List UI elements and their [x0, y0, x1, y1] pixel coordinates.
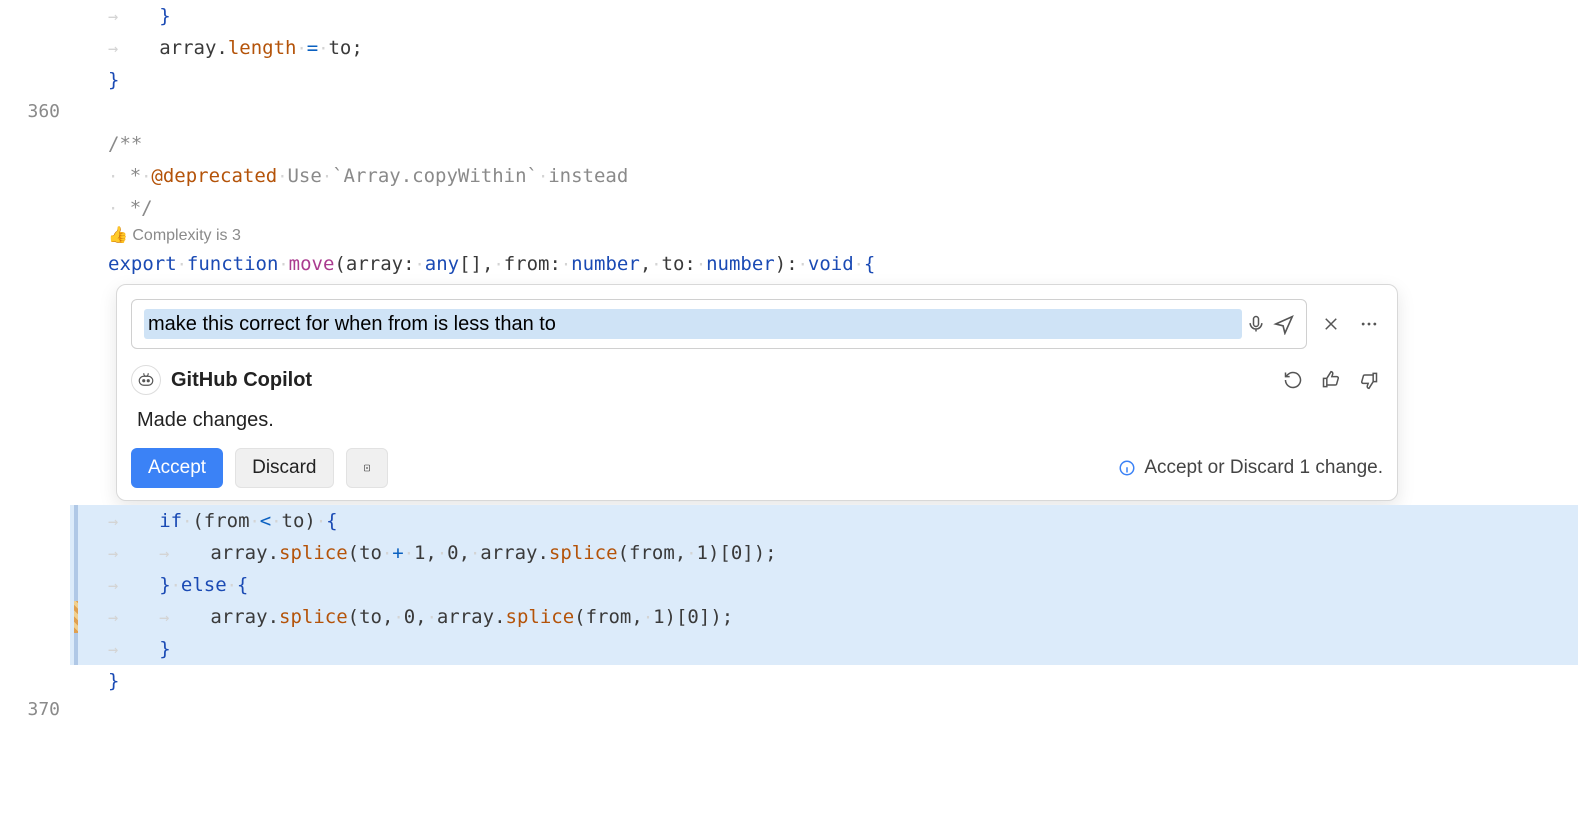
send-icon[interactable] — [1270, 310, 1298, 338]
line-number: 360 — [0, 96, 60, 128]
copilot-prompt-input[interactable] — [144, 309, 1242, 339]
code-line[interactable]: } — [70, 665, 1578, 697]
diff-line[interactable]: → → array.splice(to·+·1,·0,·array.splice… — [70, 537, 1578, 569]
discard-button[interactable]: Discard — [235, 448, 333, 488]
diff-line[interactable]: → → array.splice(to,·0,·array.splice(fro… — [70, 601, 1578, 633]
change-status: Accept or Discard 1 change. — [1118, 457, 1383, 479]
mic-icon[interactable] — [1242, 310, 1270, 338]
thumbs-down-icon[interactable] — [1355, 366, 1383, 394]
diff-line[interactable]: → }·else·{ — [70, 569, 1578, 601]
line-number: 370 — [0, 694, 60, 726]
copilot-avatar-icon — [131, 365, 161, 395]
code-line[interactable]: · */ — [70, 192, 1578, 224]
info-icon — [1118, 459, 1136, 477]
copilot-author-name: GitHub Copilot — [171, 369, 312, 392]
thumbs-up-icon[interactable] — [1317, 366, 1345, 394]
code-line[interactable]: → array.length·=·to; — [70, 32, 1578, 64]
code-line[interactable]: → } — [70, 0, 1578, 32]
code-line[interactable] — [70, 96, 1578, 128]
thumbs-up-emoji: 👍 — [108, 227, 132, 244]
code-line[interactable]: /** — [70, 128, 1578, 160]
code-line[interactable]: } — [70, 64, 1578, 96]
code-editor[interactable]: 360 370 → } → array.length·=·to; } /** ·… — [0, 0, 1578, 697]
diff-line[interactable]: → } — [70, 633, 1578, 665]
code-line[interactable]: export·function·move(array:·any[],·from:… — [70, 248, 1578, 280]
diff-line[interactable]: → if·(from·<·to)·{ — [70, 505, 1578, 537]
show-diff-button[interactable] — [346, 448, 388, 488]
accept-button[interactable]: Accept — [131, 448, 223, 488]
code-line[interactable]: · *·@deprecated·Use·`Array.copyWithin`·i… — [70, 160, 1578, 192]
close-icon[interactable] — [1317, 310, 1345, 338]
copilot-inline-panel: GitHub Copilot Made changes. Accept Disc… — [116, 284, 1398, 501]
regenerate-icon[interactable] — [1279, 366, 1307, 394]
more-icon[interactable] — [1355, 310, 1383, 338]
prompt-input-wrapper — [131, 299, 1307, 349]
line-gutter: 360 370 — [0, 0, 70, 697]
copilot-response-text: Made changes. — [137, 409, 1377, 432]
codelens-complexity[interactable]: 👍 Complexity is 3 — [70, 224, 1578, 248]
